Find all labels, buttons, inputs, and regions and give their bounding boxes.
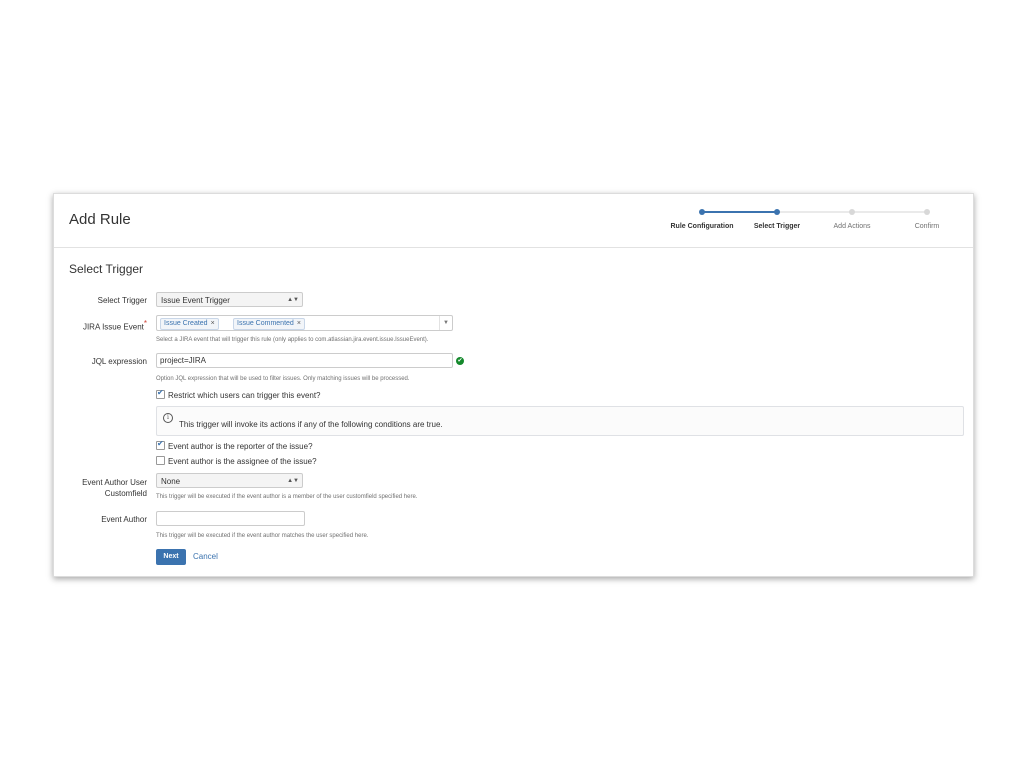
step-dot-add-actions	[849, 209, 855, 215]
add-rule-dialog: Add Rule Rule Configuration Select Trigg…	[53, 193, 974, 577]
info-icon: i	[163, 413, 173, 423]
updown-arrows-icon: ▲▼	[287, 297, 299, 303]
jira-issue-event-label: JIRA Issue Event*	[59, 319, 147, 332]
step-label-confirm: Confirm	[914, 223, 940, 230]
event-author-input[interactable]	[156, 511, 305, 526]
progress-track-complete	[702, 211, 777, 213]
jql-help: Option JQL expression that will be used …	[156, 376, 410, 382]
step-dot-confirm	[924, 209, 930, 215]
cancel-link[interactable]: Cancel	[193, 552, 218, 561]
check-circle-icon: ✔	[456, 357, 464, 365]
section-title: Select Trigger	[69, 262, 144, 276]
select-trigger-value: Issue Event Trigger	[161, 296, 230, 305]
reporter-label: Event author is the reporter of the issu…	[168, 442, 313, 451]
author-customfield-label-line1: Event Author User	[82, 478, 147, 487]
author-customfield-label: Event Author User Customfield	[59, 477, 147, 499]
restrict-users-row[interactable]: Restrict which users can trigger this ev…	[156, 388, 321, 400]
chevron-down-icon[interactable]: ▼	[439, 316, 452, 330]
remove-icon[interactable]: ×	[297, 320, 301, 327]
select-trigger-dropdown[interactable]: Issue Event Trigger ▲▼	[156, 292, 303, 307]
chip-issue-commented: Issue Commented ×	[233, 318, 305, 330]
event-author-label: Event Author	[101, 515, 147, 524]
updown-arrows-icon: ▲▼	[287, 478, 299, 484]
jql-input[interactable]: project=JIRA	[156, 353, 453, 368]
event-author-help: This trigger will be executed if the eve…	[156, 533, 369, 539]
next-button[interactable]: Next	[156, 549, 186, 565]
restrict-users-label: Restrict which users can trigger this ev…	[168, 391, 321, 400]
select-trigger-label: Select Trigger	[97, 296, 147, 305]
chip-label: Issue Commented	[237, 320, 294, 327]
remove-icon[interactable]: ×	[211, 320, 215, 327]
dialog-title: Add Rule	[69, 211, 131, 228]
dialog-header: Add Rule Rule Configuration Select Trigg…	[54, 194, 973, 248]
author-customfield-value: None	[161, 477, 181, 486]
author-customfield-label-line2: Customfield	[104, 489, 147, 498]
step-dot-select-trigger	[774, 209, 780, 215]
jql-label: JQL expression	[91, 357, 147, 366]
chip-issue-created: Issue Created ×	[160, 318, 219, 330]
reporter-checkbox[interactable]	[156, 439, 165, 450]
restrict-users-checkbox[interactable]	[156, 388, 165, 399]
info-message-text: This trigger will invoke its actions if …	[179, 420, 443, 429]
jira-issue-event-help: Select a JIRA event that will trigger th…	[156, 337, 429, 343]
chip-label: Issue Created	[164, 320, 208, 327]
assignee-checkbox[interactable]	[156, 456, 165, 465]
jira-issue-event-multiselect[interactable]: Issue Created × Issue Commented × ▼	[156, 315, 453, 331]
progress-tracker: Rule Configuration Select Trigger Add Ac…	[654, 206, 964, 236]
required-marker: *	[143, 319, 147, 328]
reporter-row[interactable]: Event author is the reporter of the issu…	[156, 439, 313, 451]
jira-issue-event-label-text: JIRA Issue Event	[82, 322, 144, 332]
assignee-label: Event author is the assignee of the issu…	[168, 457, 317, 466]
author-customfield-dropdown[interactable]: None ▲▼	[156, 473, 303, 488]
assignee-row[interactable]: Event author is the assignee of the issu…	[156, 456, 317, 466]
author-customfield-help: This trigger will be executed if the eve…	[156, 494, 418, 500]
step-dot-rule-configuration	[699, 209, 705, 215]
info-message: i This trigger will invoke its actions i…	[156, 406, 964, 436]
